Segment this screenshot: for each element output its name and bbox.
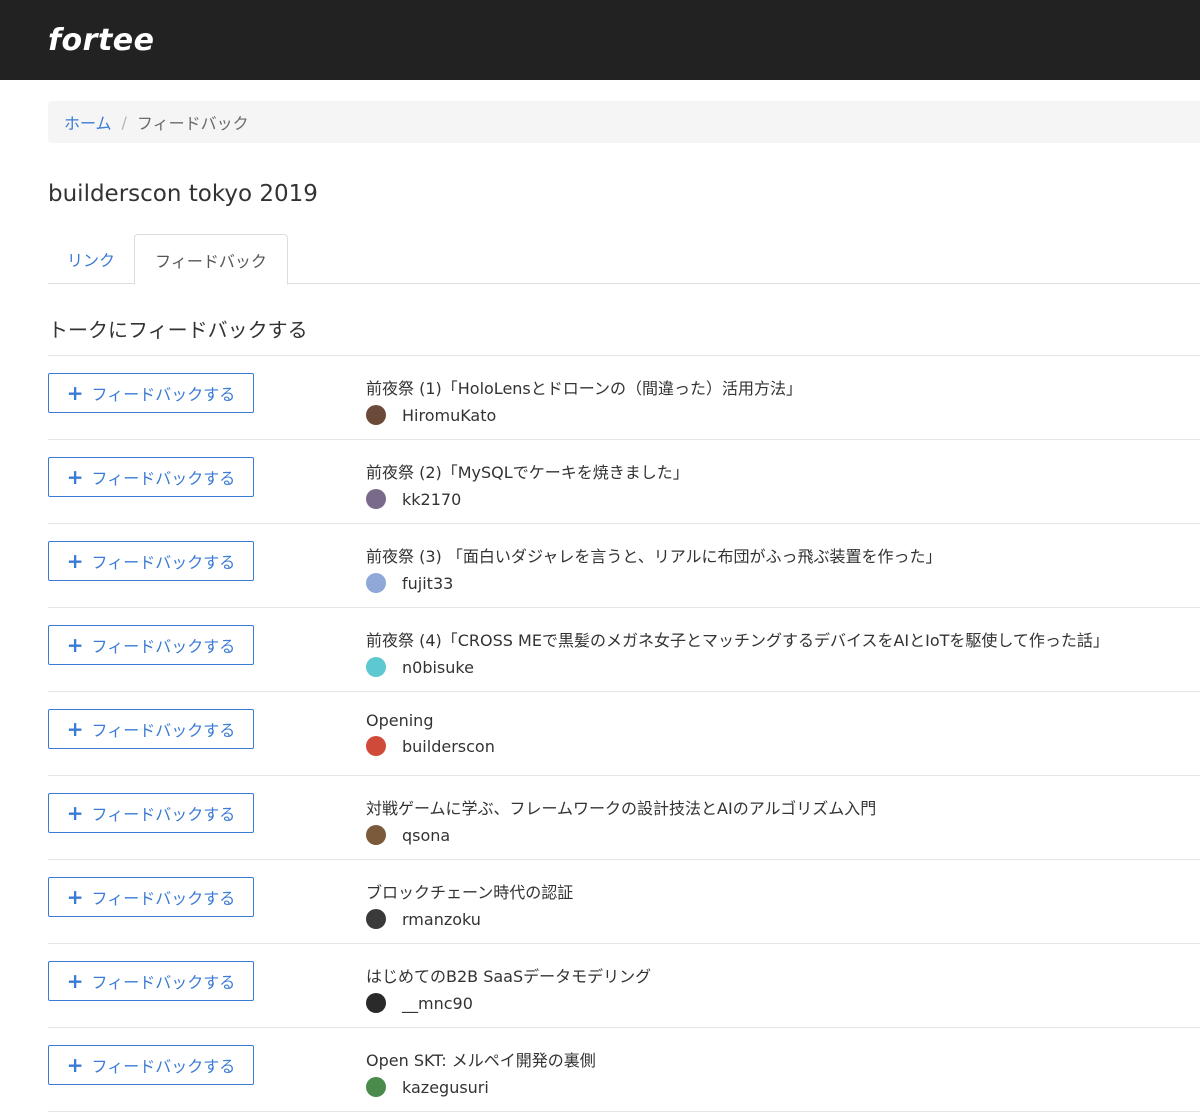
talk-row: + フィードバックする はじめてのB2B SaaSデータモデリング __mnc90	[48, 944, 1200, 1028]
speaker-avatar	[366, 909, 386, 929]
talk-info: はじめてのB2B SaaSデータモデリング __mnc90	[366, 963, 651, 1013]
talk-title[interactable]: 前夜祭 (2)「MySQLでケーキを焼きました」	[366, 459, 689, 483]
add-feedback-label: フィードバックする	[91, 553, 236, 572]
tab-links[interactable]: リンク	[48, 234, 134, 284]
talk-title[interactable]: 前夜祭 (3) 「面白いダジャレを言うと、リアルに布団がふっ飛ぶ装置を作った」	[366, 543, 942, 567]
tab-bar: リンク フィードバック	[48, 234, 1200, 285]
talk-row: + フィードバックする 対戦ゲームに学ぶ、フレームワークの設計技法とAIのアルゴリズ…	[48, 776, 1200, 860]
add-feedback-button[interactable]: + フィードバックする	[48, 793, 254, 833]
add-feedback-button[interactable]: + フィードバックする	[48, 877, 254, 917]
speaker-name[interactable]: qsona	[402, 826, 450, 845]
talk-title[interactable]: 対戦ゲームに学ぶ、フレームワークの設計技法とAIのアルゴリズム入門	[366, 795, 876, 819]
add-feedback-label: フィードバックする	[91, 973, 236, 992]
plus-icon: +	[66, 381, 84, 405]
plus-icon: +	[66, 1053, 84, 1077]
add-feedback-label: フィードバックする	[91, 1057, 236, 1076]
speaker-name[interactable]: __mnc90	[402, 994, 473, 1013]
top-navbar: fortee	[0, 0, 1200, 80]
speaker: rmanzoku	[366, 909, 573, 929]
plus-icon: +	[66, 885, 84, 909]
talk-info: 対戦ゲームに学ぶ、フレームワークの設計技法とAIのアルゴリズム入門 qsona	[366, 795, 876, 845]
breadcrumb-current: フィードバック	[136, 114, 249, 133]
speaker: kk2170	[366, 489, 689, 509]
talk-title[interactable]: 前夜祭 (4)「CROSS MEで黒髪のメガネ女子とマッチングするデバイスをAI…	[366, 627, 1109, 651]
add-feedback-label: フィードバックする	[91, 385, 236, 404]
breadcrumb-separator: /	[121, 112, 127, 132]
talk-info: 前夜祭 (2)「MySQLでケーキを焼きました」 kk2170	[366, 459, 689, 509]
speaker-avatar	[366, 489, 386, 509]
talk-info: Open SKT: メルペイ開発の裏側 kazegusuri	[366, 1047, 596, 1097]
plus-icon: +	[66, 633, 84, 657]
talk-row: + フィードバックする 前夜祭 (2)「MySQLでケーキを焼きました」 kk2170	[48, 440, 1200, 524]
talk-info: 前夜祭 (3) 「面白いダジャレを言うと、リアルに布団がふっ飛ぶ装置を作った」 f…	[366, 543, 942, 593]
section-title: トークにフィードバックする	[48, 318, 308, 342]
add-feedback-button[interactable]: + フィードバックする	[48, 1045, 254, 1085]
speaker-avatar	[366, 825, 386, 845]
speaker: qsona	[366, 825, 876, 845]
talk-row: + フィードバックする 前夜祭 (4)「CROSS MEで黒髪のメガネ女子とマッチン…	[48, 608, 1200, 692]
add-feedback-button[interactable]: + フィードバックする	[48, 373, 254, 413]
talk-row: + フィードバックする 前夜祭 (3) 「面白いダジャレを言うと、リアルに布団がふっ…	[48, 524, 1200, 608]
talk-info: ブロックチェーン時代の認証 rmanzoku	[366, 879, 573, 929]
add-feedback-label: フィードバックする	[91, 889, 236, 908]
add-feedback-button[interactable]: + フィードバックする	[48, 709, 254, 749]
talk-title[interactable]: Opening	[366, 711, 495, 730]
fortee-logo[interactable]: fortee	[48, 23, 155, 58]
speaker: __mnc90	[366, 993, 651, 1013]
add-feedback-button[interactable]: + フィードバックする	[48, 457, 254, 497]
talk-row: + フィードバックする ブロックチェーン時代の認証 rmanzoku	[48, 860, 1200, 944]
speaker-avatar	[366, 993, 386, 1013]
plus-icon: +	[66, 549, 84, 573]
add-feedback-label: フィードバックする	[91, 469, 236, 488]
talk-list: + フィードバックする 前夜祭 (1)「HoloLensとドローンの（間違った）活用…	[48, 355, 1200, 1112]
talk-title[interactable]: はじめてのB2B SaaSデータモデリング	[366, 963, 651, 987]
add-feedback-button[interactable]: + フィードバックする	[48, 961, 254, 1001]
add-feedback-button[interactable]: + フィードバックする	[48, 541, 254, 581]
speaker: builderscon	[366, 736, 495, 756]
speaker-name[interactable]: rmanzoku	[402, 910, 481, 929]
add-feedback-label: フィードバックする	[91, 637, 236, 656]
event-title: builderscon tokyo 2019	[48, 181, 318, 207]
add-feedback-label: フィードバックする	[91, 721, 236, 740]
plus-icon: +	[66, 465, 84, 489]
plus-icon: +	[66, 969, 84, 993]
talk-row: + フィードバックする Open SKT: メルペイ開発の裏側 kazegusuri	[48, 1028, 1200, 1112]
talk-title[interactable]: ブロックチェーン時代の認証	[366, 879, 573, 903]
talk-info: 前夜祭 (4)「CROSS MEで黒髪のメガネ女子とマッチングするデバイスをAI…	[366, 627, 1109, 677]
talk-title[interactable]: Open SKT: メルペイ開発の裏側	[366, 1047, 596, 1071]
speaker-name[interactable]: builderscon	[402, 737, 495, 756]
talk-row: + フィードバックする 前夜祭 (1)「HoloLensとドローンの（間違った）活用…	[48, 356, 1200, 440]
speaker-avatar	[366, 1077, 386, 1097]
talk-title[interactable]: 前夜祭 (1)「HoloLensとドローンの（間違った）活用方法」	[366, 375, 802, 399]
speaker-avatar	[366, 573, 386, 593]
tab-feedback[interactable]: フィードバック	[134, 234, 288, 285]
speaker-name[interactable]: n0bisuke	[402, 658, 474, 677]
breadcrumb-home-link[interactable]: ホーム	[64, 110, 112, 134]
speaker-name[interactable]: fujit33	[402, 574, 453, 593]
speaker-name[interactable]: kk2170	[402, 490, 461, 509]
speaker: HiromuKato	[366, 405, 802, 425]
talk-info: Opening builderscon	[366, 711, 495, 756]
speaker-avatar	[366, 736, 386, 756]
speaker: fujit33	[366, 573, 942, 593]
speaker: n0bisuke	[366, 657, 1109, 677]
breadcrumb: ホーム / フィードバック	[48, 101, 1200, 143]
add-feedback-button[interactable]: + フィードバックする	[48, 625, 254, 665]
add-feedback-label: フィードバックする	[91, 805, 236, 824]
speaker-avatar	[366, 657, 386, 677]
speaker-name[interactable]: HiromuKato	[402, 406, 496, 425]
speaker-avatar	[366, 405, 386, 425]
plus-icon: +	[66, 801, 84, 825]
talk-row: + フィードバックする Opening builderscon	[48, 692, 1200, 776]
speaker-name[interactable]: kazegusuri	[402, 1078, 489, 1097]
plus-icon: +	[66, 717, 84, 741]
speaker: kazegusuri	[366, 1077, 596, 1097]
talk-info: 前夜祭 (1)「HoloLensとドローンの（間違った）活用方法」 HiromuK…	[366, 375, 802, 425]
